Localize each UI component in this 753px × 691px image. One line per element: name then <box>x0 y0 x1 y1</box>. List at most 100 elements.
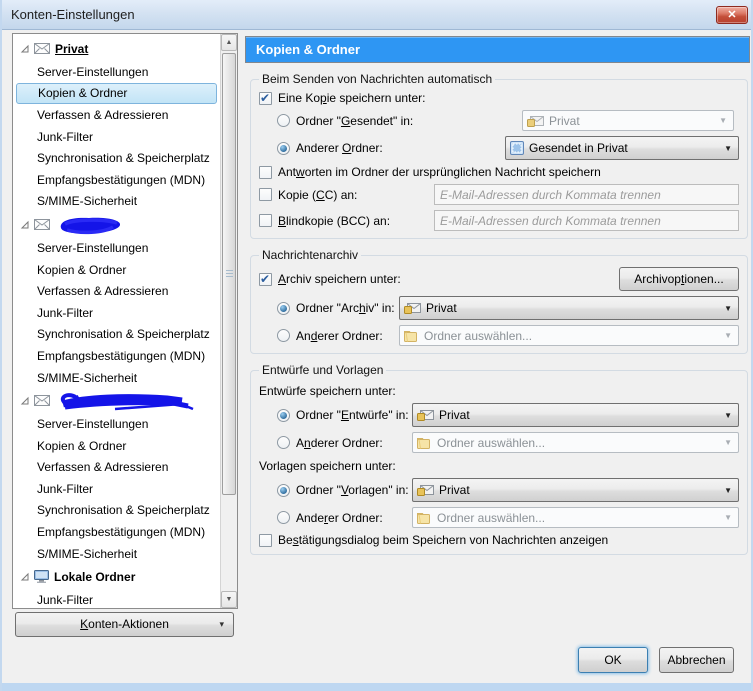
konten-einstellungen-dialog: Konten-Einstellungen ✕ Privat Server-Ein… <box>0 0 753 691</box>
sidebar-account-redacted[interactable] <box>13 388 220 413</box>
sidebar-item[interactable]: Server-Einstellungen <box>13 237 220 259</box>
dialog-buttons: OK Abbrechen <box>578 647 734 673</box>
panel-title: Kopien & Ordner <box>245 36 750 63</box>
chevron-down-icon: ▼ <box>724 513 732 522</box>
scroll-up-button[interactable]: ▲ <box>221 34 237 51</box>
other-folder-dropdown[interactable]: Gesendet in Privat ▼ <box>505 136 739 160</box>
scroll-up-icon: ▲ <box>225 39 233 46</box>
confirm-dialog-checkbox[interactable] <box>259 533 272 547</box>
sidebar-item[interactable]: Verfassen & Adressieren <box>13 457 220 479</box>
sidebar-item[interactable]: Synchronisation & Speicherplatz <box>13 324 220 346</box>
archive-folder-dropdown[interactable]: Privat ▼ <box>399 296 739 320</box>
cc-input[interactable] <box>434 184 739 205</box>
bcc-input[interactable] <box>434 210 739 231</box>
account-name: Privat <box>55 41 89 56</box>
other-folder-label: Anderer Ordner: <box>296 141 383 155</box>
folder-icon <box>417 511 432 524</box>
drafts-folder-label: Ordner "Entwürfe" in: <box>296 408 409 422</box>
sidebar-item[interactable]: Server-Einstellungen <box>13 413 220 435</box>
sidebar-item[interactable]: Verfassen & Adressieren <box>13 280 220 302</box>
settings-panel: Kopien & Ordner Beim Senden von Nachrich… <box>245 36 750 555</box>
sidebar-item[interactable]: Empfangsbestätigungen (MDN) <box>13 345 220 367</box>
sidebar-item[interactable]: Kopien & Ordner <box>13 435 220 457</box>
drafts-caption: Entwürfe speichern unter: <box>259 384 396 398</box>
sidebar-item[interactable]: S/MIME-Sicherheit <box>13 367 220 389</box>
save-copy-checkbox[interactable] <box>259 91 272 105</box>
sidebar-item[interactable]: Synchronisation & Speicherplatz <box>13 147 220 169</box>
sent-folder-dropdown[interactable]: Privat ▼ <box>522 110 734 131</box>
sidebar-item[interactable]: Empfangsbestätigungen (MDN) <box>13 521 220 543</box>
chevron-down-icon: ▼ <box>724 438 732 447</box>
ok-button[interactable]: OK <box>578 647 648 673</box>
account-envelope-icon <box>417 409 434 421</box>
templates-caption: Vorlagen speichern unter: <box>259 459 396 473</box>
archive-other-dropdown[interactable]: Ordner auswählen... ▼ <box>399 325 739 346</box>
chevron-down-icon: ▼ <box>724 331 732 340</box>
sidebar-item[interactable]: Server-Einstellungen <box>13 61 220 83</box>
titlebar[interactable]: Konten-Einstellungen ✕ <box>2 0 751 30</box>
templates-other-label: Anderer Ordner: <box>296 510 383 525</box>
confirm-dialog-label: Bestätigungsdialog beim Speichern von Na… <box>278 533 609 547</box>
sidebar-item[interactable]: Junk-Filter <box>13 302 220 324</box>
drafts-other-dropdown[interactable]: Ordner auswählen... ▼ <box>412 432 739 453</box>
chevron-down-icon: ▼ <box>719 116 727 125</box>
sidebar-item[interactable]: S/MIME-Sicherheit <box>13 543 220 565</box>
drafts-folder-radio[interactable] <box>277 408 290 422</box>
close-icon: ✕ <box>727 9 737 21</box>
mail-account-icon <box>34 395 50 407</box>
drafts-folder-dropdown[interactable]: Privat ▼ <box>412 403 739 427</box>
group-legend: Entwürfe und Vorlagen <box>262 363 384 377</box>
sidebar-scrollbar[interactable]: ▲ ▼ <box>220 34 237 608</box>
cc-checkbox[interactable] <box>259 188 272 201</box>
sidebar-item[interactable]: Junk-Filter <box>13 126 220 148</box>
close-button[interactable]: ✕ <box>716 6 748 24</box>
group-send-automatic: Beim Senden von Nachrichten automatisch … <box>250 72 748 239</box>
group-drafts-templates: Entwürfe und Vorlagen Entwürfe speichern… <box>250 363 748 555</box>
window-title: Konten-Einstellungen <box>11 7 135 22</box>
templates-other-dropdown[interactable]: Ordner auswählen... ▼ <box>412 507 739 528</box>
archive-folder-radio[interactable] <box>277 301 290 315</box>
folder-icon <box>417 436 432 449</box>
sidebar-item[interactable]: S/MIME-Sicherheit <box>13 191 220 213</box>
scroll-down-button[interactable]: ▼ <box>221 591 237 608</box>
templates-other-radio[interactable] <box>277 511 290 524</box>
drafts-other-label: Anderer Ordner: <box>296 435 383 450</box>
sidebar-item[interactable]: Junk-Filter <box>13 589 220 608</box>
templates-folder-dropdown[interactable]: Privat ▼ <box>412 478 739 502</box>
sidebar-item-selected[interactable]: Kopien & Ordner <box>16 82 217 105</box>
templates-folder-radio[interactable] <box>277 483 290 497</box>
keep-archive-checkbox[interactable] <box>259 272 272 286</box>
archive-folder-label: Ordner "Archiv" in: <box>296 301 395 315</box>
konten-aktionen-button[interactable]: Konten-Aktionen ▾ <box>15 612 234 637</box>
chevron-down-icon: ▼ <box>724 143 732 153</box>
cancel-button[interactable]: Abbrechen <box>659 647 734 673</box>
sidebar-account-privat[interactable]: Privat <box>13 36 220 61</box>
archive-options-button[interactable]: Archivoptionen... <box>619 267 739 291</box>
bcc-checkbox[interactable] <box>259 214 272 227</box>
sent-folder-radio[interactable] <box>277 114 290 127</box>
account-envelope-icon <box>417 484 434 496</box>
sidebar-item[interactable]: Verfassen & Adressieren <box>13 104 220 126</box>
sidebar-item[interactable]: Junk-Filter <box>13 478 220 500</box>
sidebar-account-redacted[interactable] <box>13 212 220 237</box>
save-copy-label: Eine Kopie speichern unter: <box>278 91 426 105</box>
sidebar-account-lokale-ordner[interactable]: Lokale Ordner <box>13 564 220 589</box>
sent-folder-icon <box>510 141 524 155</box>
account-envelope-icon <box>404 302 421 314</box>
sidebar-item[interactable]: Synchronisation & Speicherplatz <box>13 500 220 522</box>
window-bottom-border <box>2 683 751 691</box>
mail-account-icon <box>34 43 50 54</box>
reply-in-origin-checkbox[interactable] <box>259 165 272 179</box>
other-folder-radio[interactable] <box>277 141 290 155</box>
redacted-account-name-scribble <box>60 217 121 235</box>
cc-label: Kopie (CC) an: <box>278 187 358 202</box>
sent-folder-label: Ordner "Gesendet" in: <box>296 113 414 128</box>
expander-icon <box>20 44 29 52</box>
archive-other-radio[interactable] <box>277 329 290 342</box>
expander-icon <box>20 396 29 405</box>
scrollbar-thumb[interactable] <box>222 53 236 495</box>
sidebar-item[interactable]: Kopien & Ordner <box>13 259 220 281</box>
archive-other-label: Anderer Ordner: <box>296 328 383 343</box>
drafts-other-radio[interactable] <box>277 436 290 449</box>
sidebar-item[interactable]: Empfangsbestätigungen (MDN) <box>13 169 220 191</box>
